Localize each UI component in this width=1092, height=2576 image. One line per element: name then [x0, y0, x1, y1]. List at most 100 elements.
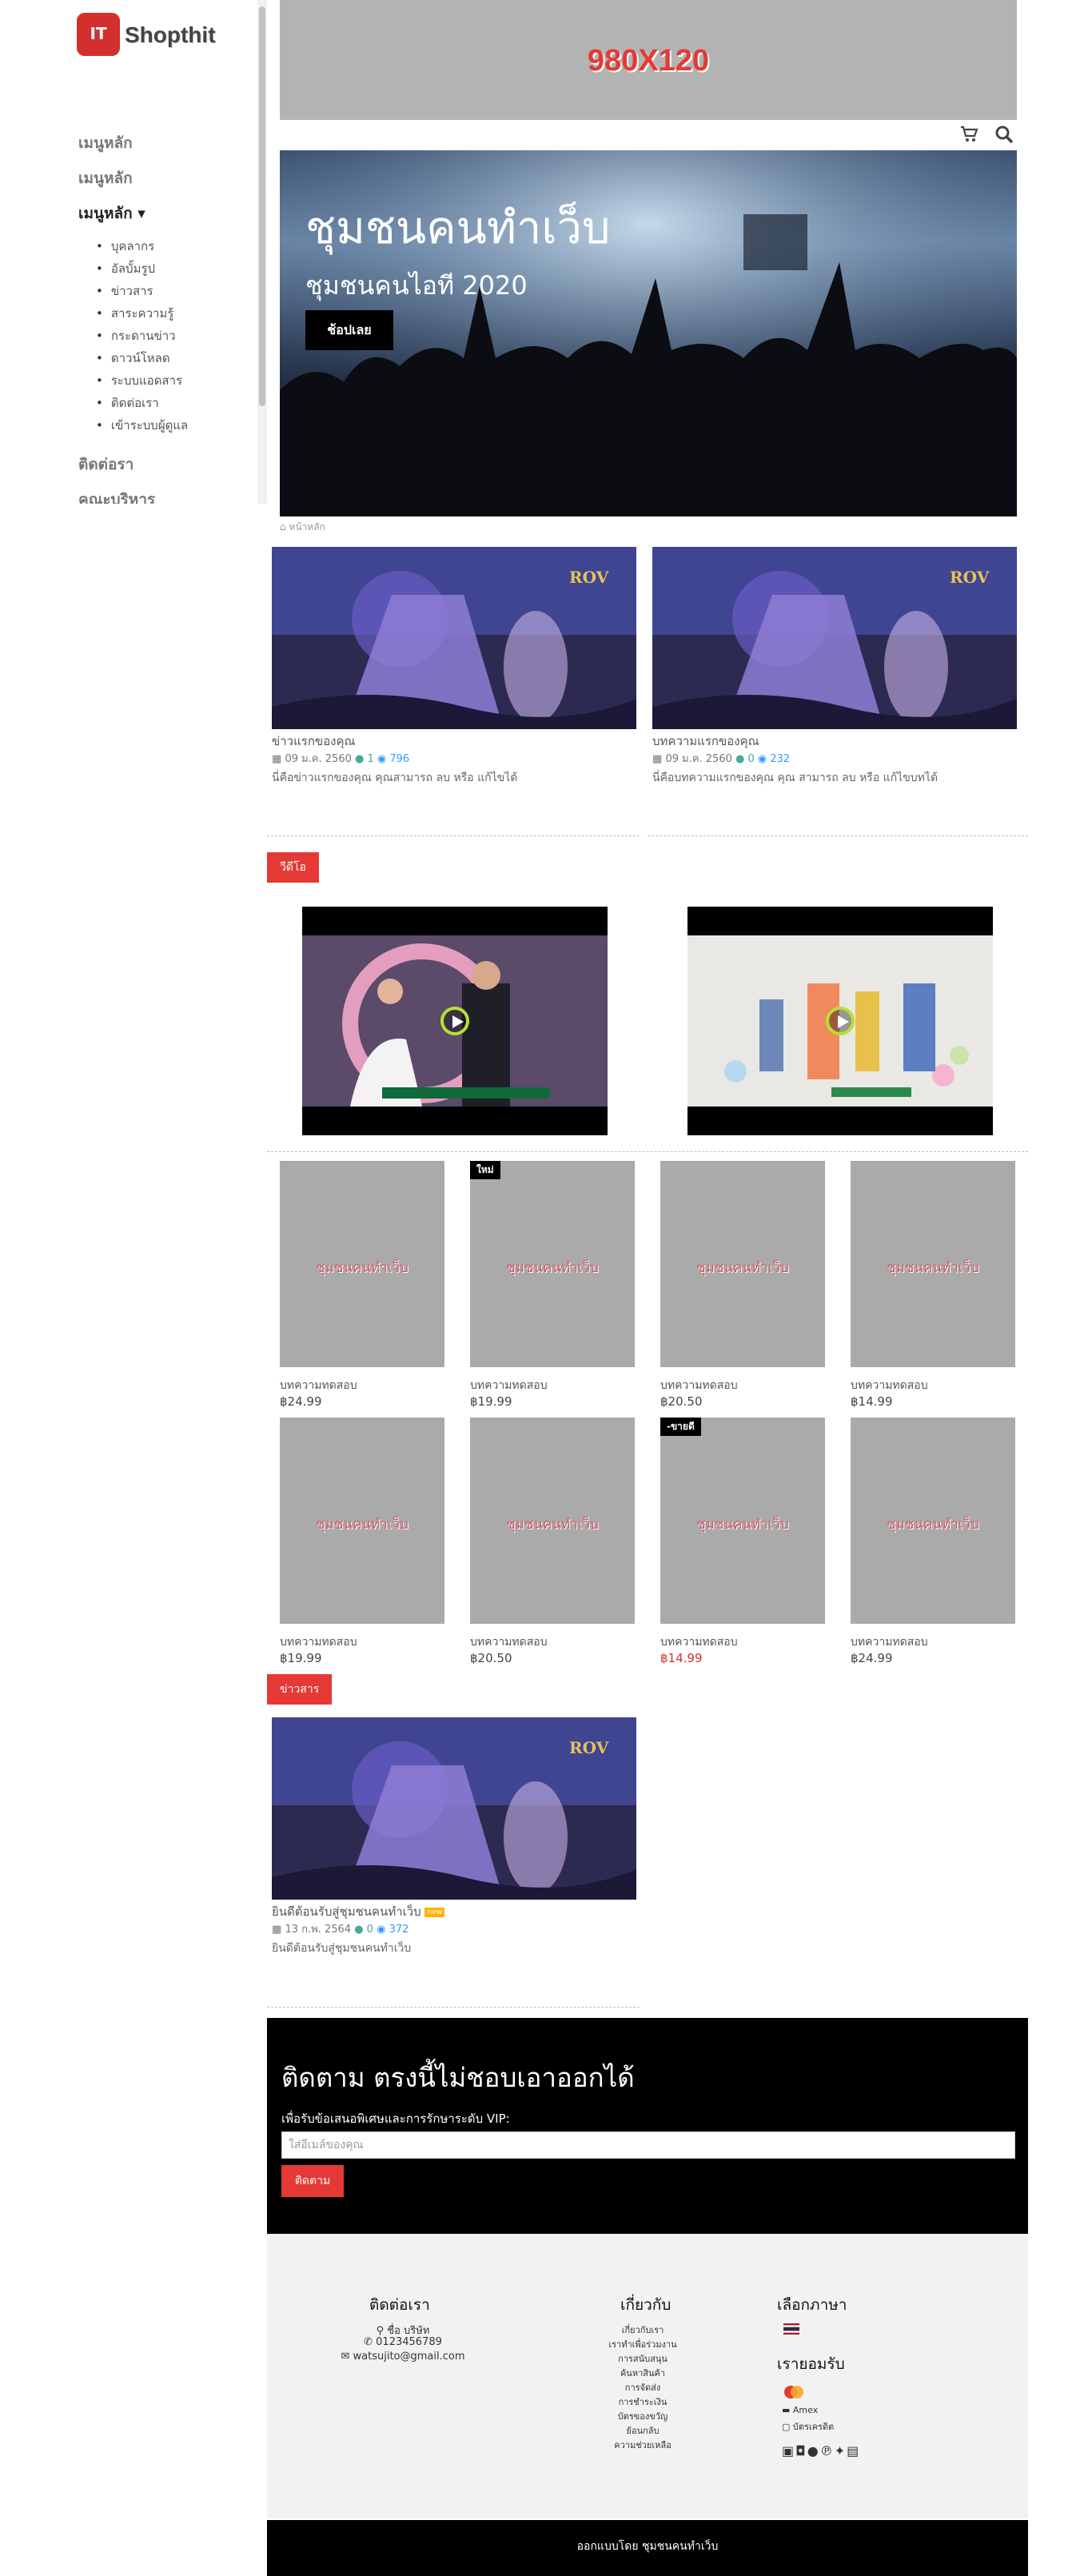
submenu-item-staff[interactable]: บุคลากร — [96, 235, 188, 257]
cart-icon[interactable] — [959, 125, 978, 144]
video-player[interactable] — [302, 907, 608, 1135]
email-input[interactable]: ใส่อีเมล์ของคุณ — [281, 2131, 1015, 2159]
product-name[interactable]: บทความทดสอบ — [280, 1377, 357, 1394]
footer-contact-email: ✉ watsujito@gmail.com — [315, 2351, 491, 2363]
breadcrumb-home[interactable]: หน้าหลัก — [289, 521, 325, 532]
pinterest-icon[interactable]: ℗ — [820, 2443, 835, 2458]
breadcrumb: ⌂ หน้าหลัก — [280, 520, 325, 535]
product-name[interactable]: บทความทดสอบ — [470, 1377, 548, 1394]
product-name[interactable]: บทความทดสอบ — [660, 1377, 738, 1394]
article-comments: 0 — [747, 753, 755, 765]
product-name[interactable]: บทความทดสอบ — [660, 1633, 738, 1651]
menu-item-contact[interactable]: ติดต่อรา — [78, 453, 134, 477]
contact-phone[interactable]: 0123456789 — [376, 2336, 442, 2348]
submenu-item-contact[interactable]: ติดต่อเรา — [96, 392, 188, 414]
footer-link[interactable]: การสนับสนุน — [587, 2352, 699, 2367]
subscribe-section: ติดตาม ตรงนี้ไม่ชอบเอาออกได้ เพื่อรับข้อ… — [267, 2018, 1028, 2234]
phone-icon: ✆ — [364, 2336, 373, 2348]
submenu-item-album[interactable]: อัลบั้มรูป — [96, 257, 188, 280]
article-card[interactable]: ROV ข่าวแรกของคุณ ▦ 09 ม.ค. 2560 ● 1 ◉ 7… — [272, 547, 636, 787]
footer-link[interactable]: ย้อนกลับ — [587, 2424, 699, 2438]
footer-link[interactable]: การจัดส่ง — [587, 2381, 699, 2395]
product-name[interactable]: บทความทดสอบ — [851, 1633, 928, 1651]
social-icons: ▣◘●℗✦▤ — [782, 2443, 860, 2458]
main-content: 980X120 ชุมชนคนทำเว็บ ชุมชนคนไอที 2020 ช… — [267, 0, 1092, 2576]
news-thumbnail[interactable]: ROV — [272, 1717, 636, 1900]
reddit-icon[interactable]: ● — [807, 2443, 820, 2458]
article-thumbnail[interactable]: ROV — [272, 547, 636, 729]
search-icon[interactable] — [994, 125, 1014, 144]
ad-banner[interactable]: 980X120 — [280, 0, 1017, 120]
submenu-item-board[interactable]: กระดานข่าว — [96, 325, 188, 347]
footer-contact-title: ติดต่อเรา — [369, 2296, 430, 2314]
new-badge: ใหม่ — [470, 1161, 500, 1179]
product-watermark: ชุมชนคนทำเว็บ — [506, 1260, 599, 1276]
home-icon[interactable]: ⌂ — [280, 521, 286, 532]
submenu-item-news[interactable]: ข่าวสาร — [96, 280, 188, 302]
article-title[interactable]: ข่าวแรกของคุณ — [272, 732, 355, 751]
hero-slider[interactable]: ชุมชนคนทำเว็บ ชุมชนคนไอที 2020 ช้อปเลย — [280, 150, 1017, 516]
article-title[interactable]: บทความแรกของคุณ — [652, 732, 759, 751]
site-logo[interactable]: IT Shopthit — [77, 13, 237, 61]
menu-item-main-2[interactable]: เมนูหลัก — [78, 166, 133, 190]
eye-icon: ◉ — [377, 1924, 386, 1936]
location-icon: ⚲ — [376, 2325, 385, 2337]
contact-email[interactable]: watsujito@gmail.com — [353, 2351, 465, 2363]
footer-link[interactable]: เกี่ยวกับเรา — [587, 2323, 699, 2338]
footer-link[interactable]: ความช่วยเหลือ — [587, 2438, 699, 2453]
credit-card-icon: ▢ — [782, 2422, 791, 2432]
twitter-icon[interactable]: ✦ — [835, 2443, 847, 2458]
article-description: นี่คือข่าวแรกของคุณ คุณสามารถ ลบ หรือ แก… — [272, 772, 518, 784]
logo-text: Shopthit — [125, 22, 216, 47]
article-card[interactable]: ROV บทความแรกของคุณ ▦ 09 ม.ค. 2560 ● 0 ◉… — [652, 547, 1017, 787]
product-name[interactable]: บทความทดสอบ — [280, 1633, 357, 1651]
footer-link[interactable]: บัตรของขวัญ — [587, 2410, 699, 2424]
rov-game-image: ROV — [652, 547, 1017, 729]
article-meta: ▦ 09 ม.ค. 2560 ● 0 ◉ 232 — [652, 750, 790, 767]
logo-badge: IT — [77, 13, 120, 56]
sidebar-scrollbar[interactable] — [257, 0, 267, 504]
calendar-icon: ▦ — [272, 1924, 282, 1936]
product-price: ฿14.99 — [851, 1394, 893, 1409]
submenu-item-documents[interactable]: ระบบแอดสาร — [96, 369, 188, 392]
rov-game-image: ROV — [272, 547, 636, 729]
menu-item-main-1[interactable]: เมนูหลัก — [78, 131, 133, 155]
footer-link[interactable]: การชำระเงิน — [587, 2395, 699, 2410]
linkedin-icon[interactable]: ▤ — [847, 2443, 860, 2458]
product-name[interactable]: บทความทดสอบ — [470, 1633, 548, 1651]
article-views: 796 — [389, 753, 410, 765]
product-watermark: ชุมชนคนทำเว็บ — [506, 1517, 599, 1533]
subscribe-button[interactable]: ติดตาม — [281, 2165, 344, 2197]
article-date: 09 ม.ค. 2560 — [665, 753, 732, 765]
hero-title: ชุมชนคนทำเว็บ — [305, 202, 611, 254]
product-name[interactable]: บทความทดสอบ — [851, 1377, 928, 1394]
facebook-icon[interactable]: ▣ — [782, 2443, 795, 2458]
submenu-item-admin-login[interactable]: เข้าระบบผู้ดูแล — [96, 414, 188, 437]
news-title-text[interactable]: ยินดีต้อนรับสู่ชุมชนคนทำเว็บ — [272, 1904, 421, 1919]
thai-flag-icon[interactable] — [783, 2323, 799, 2335]
product-price: ฿20.50 — [660, 1394, 703, 1409]
other-card-label: บัตรเครดิต — [792, 2422, 835, 2432]
menu-item-main-dropdown[interactable]: เมนูหลัก ▾ — [78, 201, 145, 225]
submenu-item-knowledge[interactable]: สาระความรู้ — [96, 302, 188, 325]
product-watermark: ชุมชนคนทำเว็บ — [887, 1517, 979, 1533]
video-player[interactable] — [687, 907, 993, 1135]
submenu-item-download[interactable]: ดาวน์โหลด — [96, 347, 188, 369]
footer-link[interactable]: ค้นหาสินค้า — [587, 2367, 699, 2381]
product-watermark: ชุมชนคนทำเว็บ — [887, 1260, 979, 1276]
footer-link[interactable]: เราทำเพื่อร่วมงาน — [587, 2338, 699, 2352]
instagram-icon[interactable]: ◘ — [795, 2443, 807, 2458]
menu-item-board[interactable]: คณะบริหาร — [78, 488, 155, 504]
submenu: บุคลากร อัลบั้มรูป ข่าวสาร สาระความรู้ ก… — [96, 235, 188, 437]
footer-accept-title: เรายอมรับ — [777, 2355, 845, 2373]
article-thumbnail[interactable]: ROV — [652, 547, 1017, 729]
news-description: ยินดีต้อนรับสู่ชุมชนคนทำเว็บ — [272, 1942, 412, 1955]
play-icon[interactable] — [826, 1007, 855, 1035]
hero-shop-button[interactable]: ช้อปเลย — [305, 310, 393, 350]
news-title[interactable]: ยินดีต้อนรับสู่ชุมชนคนทำเว็บ new — [272, 1902, 445, 1921]
product-watermark: ชุมชนคนทำเว็บ — [696, 1517, 789, 1533]
scrollbar-thumb[interactable] — [259, 6, 265, 406]
play-icon[interactable] — [440, 1007, 469, 1035]
comment-icon: ● — [355, 753, 365, 765]
news-card[interactable]: ROV ยินดีต้อนรับสู่ชุมชนคนทำเว็บ new ▦ 1… — [272, 1717, 636, 1957]
